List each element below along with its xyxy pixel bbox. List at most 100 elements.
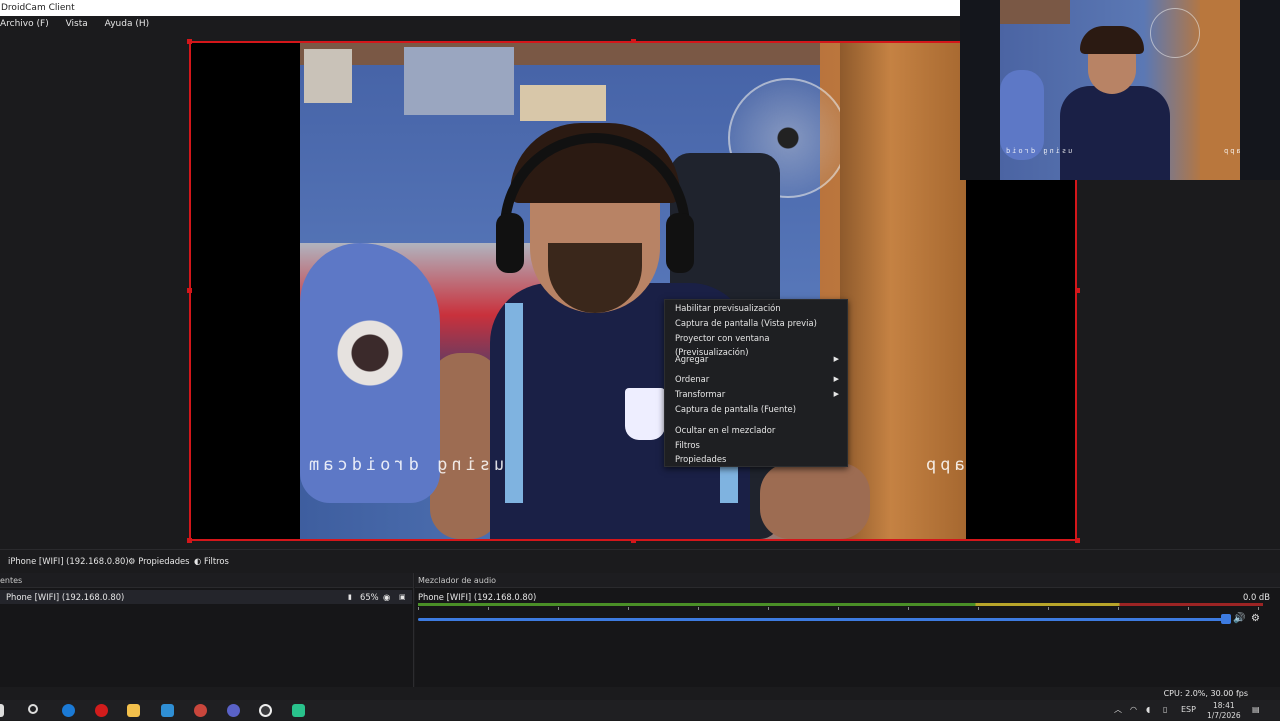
meter-tick — [1048, 607, 1049, 610]
headset-earcup — [496, 213, 524, 273]
meter-tick — [488, 607, 489, 610]
picture-in-picture-preview[interactable]: using droid app — [960, 0, 1280, 180]
volume-slider[interactable] — [418, 618, 1225, 621]
meter-tick — [768, 607, 769, 610]
filter-icon: ◐ — [194, 556, 202, 566]
resize-handle[interactable] — [1075, 538, 1080, 543]
droidcam-icon[interactable] — [292, 704, 305, 717]
mixer-level-db: 0.0 dB — [1242, 592, 1270, 602]
volume-icon[interactable]: ◖ — [1146, 704, 1150, 715]
selected-source-name: iPhone [WIFI] (192.168.0.80) — [8, 556, 129, 566]
source-row[interactable]: Phone [WIFI] (192.168.0.80) ▮ 65% ◉ ▣ — [0, 590, 412, 604]
resize-handle[interactable] — [1075, 288, 1080, 293]
source-row-name: Phone [WIFI] (192.168.0.80) — [6, 592, 125, 602]
headset-earcup — [666, 213, 694, 273]
pip-watermark-text: app — [1222, 147, 1240, 155]
source-opacity: 65% — [360, 592, 379, 602]
bottom-docks: entes Phone [WIFI] (192.168.0.80) ▮ 65% … — [0, 573, 1280, 687]
meter-tick — [978, 607, 979, 610]
source-toolbar: iPhone [WIFI] (192.168.0.80) ⚙ Propiedad… — [0, 549, 1280, 572]
menu-item-order[interactable]: Ordenar ▶ — [675, 372, 845, 386]
submenu-arrow-icon: ▶ — [833, 375, 839, 383]
windows-taskbar: ︿ ◠ ◖ ▯ ESP 18:41 1/7/2026 ▤ — [0, 700, 1280, 720]
menu-bar: Archivo (F) Vista Ayuda (H) — [0, 16, 960, 32]
windows-start-icon[interactable] — [0, 704, 4, 717]
pip-fan — [1150, 8, 1200, 58]
wifi-icon[interactable]: ◠ — [1130, 704, 1137, 715]
notifications-icon[interactable]: ▤ — [1252, 704, 1260, 715]
menu-item-filters[interactable]: Filtros — [675, 438, 845, 452]
menu-item-add[interactable]: Agregar ▶ — [675, 352, 845, 366]
pip-video: using droid app — [1000, 0, 1240, 180]
filters-button[interactable]: ◐ Filtros — [194, 550, 229, 572]
lock-icon[interactable]: ▣ — [399, 590, 406, 604]
meter-tick — [1188, 607, 1189, 610]
pip-hair — [1080, 26, 1144, 54]
pip-watermark-text: using droid — [1004, 147, 1073, 155]
app-icon[interactable] — [194, 704, 207, 717]
shelf — [300, 43, 820, 65]
meter-tick — [628, 607, 629, 610]
cpu-fps-status: CPU: 2.0%, 30.00 fps — [1163, 689, 1248, 698]
meter-ticks — [418, 607, 1263, 613]
microphone-icon[interactable]: ▯ — [1163, 704, 1167, 715]
bar-icon: ▮ — [348, 593, 352, 601]
opera-icon[interactable] — [95, 704, 108, 717]
poster — [304, 49, 352, 103]
sources-header: entes — [0, 573, 413, 588]
menu-item-enable-preview[interactable]: Habilitar previsualización — [675, 301, 845, 315]
menu-item-hide-in-mixer[interactable]: Ocultar en el mezclador — [675, 423, 845, 437]
meter-tick — [1258, 607, 1259, 610]
sources-dock: entes Phone [WIFI] (192.168.0.80) ▮ 65% … — [0, 573, 414, 687]
poster — [404, 47, 514, 115]
volume-slider-handle[interactable] — [1221, 614, 1231, 624]
submenu-arrow-icon: ▶ — [833, 355, 839, 363]
file-explorer-icon[interactable] — [127, 704, 140, 717]
pip-torso — [1060, 86, 1170, 180]
search-icon[interactable] — [28, 704, 38, 714]
language-indicator[interactable]: ESP — [1181, 704, 1196, 715]
menu-ayuda[interactable]: Ayuda (H) — [105, 16, 149, 32]
arm — [760, 463, 870, 539]
shirt-badge — [625, 388, 665, 440]
edge-icon[interactable] — [62, 704, 75, 717]
poster — [520, 85, 606, 121]
menu-archivo[interactable]: Archivo (F) — [0, 16, 49, 32]
context-menu: Habilitar previsualización Captura de pa… — [664, 299, 848, 467]
submenu-arrow-icon: ▶ — [833, 390, 839, 398]
eye-icon[interactable]: ◉ — [383, 590, 390, 604]
window-title: DroidCam Client — [0, 0, 960, 16]
gear-icon: ⚙ — [128, 556, 136, 566]
meter-tick — [1118, 607, 1119, 610]
resize-handle[interactable] — [187, 39, 192, 44]
pip-poster — [1000, 0, 1070, 24]
menu-item-properties[interactable]: Propiedades — [675, 452, 845, 466]
chrome-icon[interactable] — [227, 704, 240, 717]
status-bar: CPU: 2.0%, 30.00 fps — [0, 687, 1280, 700]
menu-vista[interactable]: Vista — [66, 16, 88, 32]
obs-icon[interactable] — [259, 704, 272, 717]
resize-handle[interactable] — [187, 288, 192, 293]
properties-button[interactable]: ⚙ Propiedades — [128, 550, 190, 572]
app-icon[interactable] — [161, 704, 174, 717]
audio-mixer-dock: Mezclador de audio Phone [WIFI] (192.168… — [415, 573, 1280, 687]
settings-icon[interactable]: ⚙ — [1251, 613, 1260, 624]
menu-item-transform[interactable]: Transformar ▶ — [675, 387, 845, 401]
menu-item-screenshot-preview[interactable]: Captura de pantalla (Vista previa) — [675, 316, 845, 330]
clock-date[interactable]: 1/7/2026 — [1207, 710, 1241, 721]
mixer-header: Mezclador de audio — [415, 573, 1280, 588]
meter-tick — [838, 607, 839, 610]
tray-chevron-icon[interactable]: ︿ — [1114, 704, 1122, 715]
mixer-channel-name: Phone [WIFI] (192.168.0.80) — [418, 592, 537, 602]
menu-item-screenshot-source[interactable]: Captura de pantalla (Fuente) — [675, 402, 845, 416]
shirt-stripe — [505, 303, 523, 503]
camera-video-feed[interactable]: using droidcam app — [300, 43, 966, 539]
meter-tick — [908, 607, 909, 610]
resize-handle[interactable] — [187, 538, 192, 543]
watermark-text: using droidcam — [305, 455, 505, 475]
speaker-icon[interactable]: 🔊 — [1233, 613, 1245, 624]
audio-level-meter — [418, 603, 1263, 606]
meter-tick — [698, 607, 699, 610]
menu-item-windowed-projector[interactable]: Proyector con ventana (Previsualización) — [675, 331, 845, 357]
meter-tick — [558, 607, 559, 610]
